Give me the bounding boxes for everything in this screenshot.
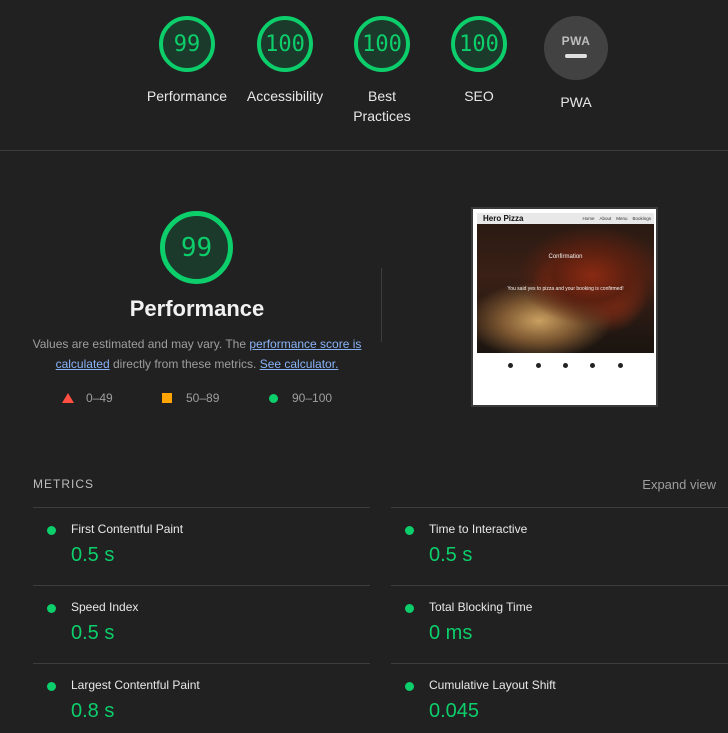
metric-tbt: Total Blocking Time 0 ms <box>391 585 728 663</box>
score-ring: 100 <box>451 16 507 72</box>
metric-tti: Time to Interactive 0.5 s <box>391 507 728 585</box>
instagram-icon <box>617 363 623 368</box>
gauge-label: Best Practices <box>353 88 411 124</box>
pwa-dash-icon <box>565 54 587 58</box>
gauge-performance[interactable]: 99 Performance <box>137 16 237 106</box>
thumb-nav-link: Bookings <box>632 216 651 221</box>
metric-value: 0.5 s <box>71 622 115 644</box>
metric-value: 0.5 s <box>429 544 473 566</box>
gauge-best-practices[interactable]: 100 Best Practices <box>332 16 432 126</box>
thumb-nav-links: Home About Menu Bookings <box>582 216 651 221</box>
gauge-label: Performance <box>146 88 228 104</box>
metric-name: Total Blocking Time <box>429 600 533 614</box>
legend-range: 0–49 <box>86 391 113 405</box>
gauge-label: Accessibility <box>246 88 324 104</box>
performance-title: Performance <box>129 296 265 321</box>
thumb-hero-image: Confirmation You said yes to pizza and y… <box>477 224 654 353</box>
facebook-icon <box>508 363 514 368</box>
metric-lcp: Largest Contentful Paint 0.8 s <box>33 663 370 733</box>
thumb-navbar: Hero Pizza Home About Menu Bookings <box>477 213 654 224</box>
twitter-icon <box>535 363 541 368</box>
gauge-accessibility[interactable]: 100 Accessibility <box>235 16 335 106</box>
circle-icon <box>269 393 278 403</box>
vertical-divider <box>381 268 382 342</box>
gauge-label: PWA <box>560 94 592 110</box>
youtube-icon <box>590 363 596 368</box>
score-legend: 0–49 50–89 90–100 <box>0 391 400 411</box>
metrics-heading: METRICS <box>33 477 94 491</box>
legend-pass: 90–100 <box>269 391 332 405</box>
gauge-seo[interactable]: 100 SEO <box>429 16 529 106</box>
metric-value: 0.8 s <box>71 700 115 722</box>
pass-circle-icon <box>405 526 414 535</box>
expand-view-toggle[interactable]: Expand view <box>642 477 716 492</box>
gauge-label: SEO <box>464 88 494 104</box>
thumb-nav-link: Menu <box>616 216 628 221</box>
see-calculator-link[interactable]: See calculator. <box>260 357 339 371</box>
pwa-badge-text: PWA <box>561 34 591 48</box>
thumb-social-icons <box>477 363 654 368</box>
pass-circle-icon <box>405 604 414 613</box>
thumb-nav-link: About <box>599 216 612 221</box>
metric-speed-index: Speed Index 0.5 s <box>33 585 370 663</box>
pass-circle-icon <box>47 526 56 535</box>
pass-circle-icon <box>47 682 56 691</box>
tiktok-icon <box>562 363 568 368</box>
metric-value: 0.5 s <box>71 544 115 566</box>
triangle-icon <box>62 393 74 403</box>
section-divider <box>0 150 728 151</box>
legend-fail: 0–49 <box>62 391 113 405</box>
thumb-heading: Confirmation <box>548 254 583 260</box>
score-ring: 100 <box>354 16 410 72</box>
thumb-brand: Hero Pizza <box>483 214 524 223</box>
gauge-pwa[interactable]: PWA PWA <box>526 16 626 112</box>
pass-circle-icon <box>405 682 414 691</box>
metric-value: 0.045 <box>429 700 480 722</box>
legend-range: 50–89 <box>186 391 220 405</box>
pwa-badge-icon: PWA <box>544 16 608 80</box>
score-ring: 100 <box>257 16 313 72</box>
legend-range: 90–100 <box>292 391 333 405</box>
pass-circle-icon <box>47 604 56 613</box>
legend-average: 50–89 <box>162 391 219 405</box>
metric-name: Speed Index <box>71 600 139 614</box>
thumb-nav-link: Home <box>582 216 595 221</box>
square-icon <box>162 393 172 403</box>
desc-text: Values are estimated and may vary. The <box>32 337 250 351</box>
performance-description: Values are estimated and may vary. The p… <box>30 334 364 374</box>
metric-name: Largest Contentful Paint <box>71 678 200 692</box>
metric-name: Time to Interactive <box>429 522 528 536</box>
metric-name: Cumulative Layout Shift <box>429 678 556 692</box>
metric-cls: Cumulative Layout Shift 0.045 <box>391 663 728 733</box>
page-screenshot-thumbnail[interactable]: Hero Pizza Home About Menu Bookings Conf… <box>471 207 658 407</box>
score-gauges: 99 Performance 100 Accessibility 100 Bes… <box>0 0 728 150</box>
metric-value: 0 ms <box>429 622 473 644</box>
desc-text: directly from these metrics. <box>109 357 260 371</box>
metric-name: First Contentful Paint <box>71 522 184 536</box>
performance-score-gauge: 99 <box>160 211 233 284</box>
thumb-message: You said yes to pizza and your booking i… <box>507 286 624 292</box>
score-ring: 99 <box>159 16 215 72</box>
metric-fcp: First Contentful Paint 0.5 s <box>33 507 370 585</box>
